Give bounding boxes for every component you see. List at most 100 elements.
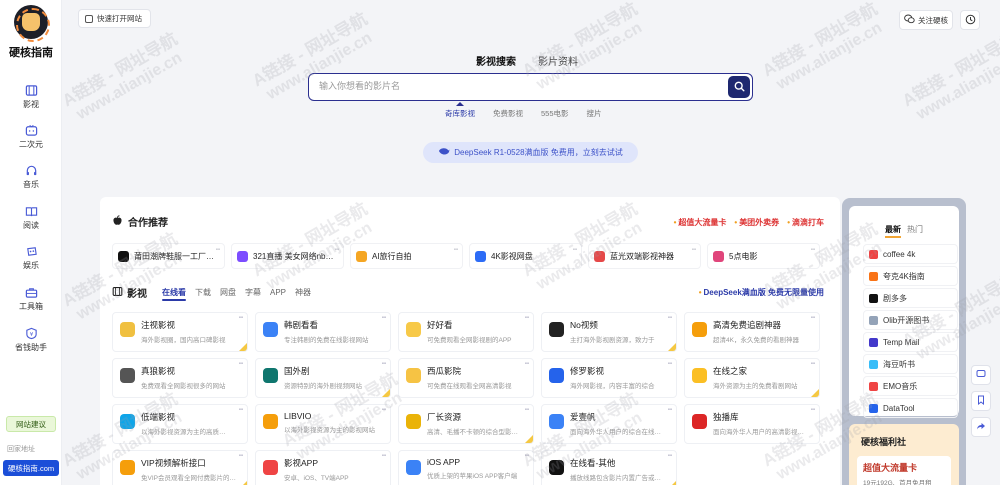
recent-item[interactable]: EMO音乐 xyxy=(863,376,958,396)
sidebar-item-reading[interactable]: 阅读 xyxy=(0,205,62,231)
recent-item[interactable]: 剧多多 xyxy=(863,288,958,308)
deepseek-promo-link[interactable]: DeepSeek满血版 免费无限量使用 xyxy=(699,287,824,298)
link-meituan[interactable]: 美团外卖券 xyxy=(734,217,779,228)
more-icon: ▪▪ xyxy=(381,361,386,367)
float-button-top[interactable] xyxy=(971,365,991,385)
quick-open-button[interactable]: 快速打开网站 xyxy=(78,9,151,28)
address-button[interactable]: 硬核指南.com xyxy=(3,460,59,476)
video-site-card[interactable]: 独播库 面向海外华人用户的高清影视… ▪▪ xyxy=(684,404,820,444)
coop-card[interactable]: AI旅行自拍 ▪▪ xyxy=(350,243,463,269)
headphones-icon xyxy=(25,164,38,177)
video-site-card[interactable]: 低端影视 以海外影视资源为主的高质… ▪▪ xyxy=(112,404,248,444)
recent-item[interactable]: coffee 4k xyxy=(863,244,958,264)
coop-card[interactable]: 莆田潮牌鞋服一工厂… ▪▪ xyxy=(112,243,225,269)
sidebar-item-video[interactable]: 影视 xyxy=(0,84,62,110)
welfare-title: 硬核福利社 xyxy=(861,437,907,447)
recent-label: 剧多多 xyxy=(883,293,907,303)
site-icon xyxy=(263,368,278,383)
search-button[interactable] xyxy=(728,76,750,98)
video-site-card[interactable]: 爱壹帆 面向海外华人用户的综合在线… ▪▪ xyxy=(541,404,677,444)
sidebar-item-toolbox[interactable]: 工具箱 xyxy=(0,286,62,312)
recent-card: 最新 热门 coffee 4k 夸克4K指南剧多多 Olib开源图书 Temp Mai… xyxy=(849,206,959,418)
recent-item[interactable]: 海豆听书 xyxy=(863,354,958,374)
float-button-middle[interactable] xyxy=(971,391,991,411)
video-site-card[interactable]: 好好看 可免费观看全网影视剧的APP ▪▪ xyxy=(398,312,534,352)
video-site-card[interactable]: VIP视频解析接口 免VIP会员观看全网付费影片的… ▪▪ xyxy=(112,450,248,485)
recent-item[interactable]: DataTool xyxy=(863,398,958,418)
site-icon xyxy=(692,368,707,383)
site-icon xyxy=(406,322,421,337)
more-icon: ▪▪ xyxy=(334,247,339,253)
tab-download[interactable]: 下载 xyxy=(195,287,211,298)
site-desc: 免VIP会员观看全网付费影片的… xyxy=(141,475,236,482)
coop-card[interactable]: 蓝光双端影视神器 ▪▪ xyxy=(588,243,701,269)
video-site-card[interactable]: 修罗影视 海外网影视，内容丰富的综合 ▪▪ xyxy=(541,358,677,398)
video-site-card[interactable]: 注视影视 海外影视圈，国内高口碑影视 ▪▪ xyxy=(112,312,248,352)
coop-card[interactable]: 321直播 美女网络nb… ▪▪ xyxy=(231,243,344,269)
video-site-card[interactable]: LIBVIO 以海外影视资源为主的影视网站 ▪▪ xyxy=(255,404,391,444)
recent-item[interactable]: Olib开源图书 xyxy=(863,310,958,330)
tab-video-search[interactable]: 影视搜索 xyxy=(476,53,516,68)
link-data-card[interactable]: 超值大流量卡 xyxy=(674,217,726,228)
site-name: iOS APP xyxy=(427,457,461,467)
coop-card[interactable]: 4K影视网盘 ▪▪ xyxy=(469,243,582,269)
video-site-card[interactable]: 真狼影视 免费观看全网影视很多的网站 ▪▪ xyxy=(112,358,248,398)
tab-subtitle[interactable]: 字幕 xyxy=(245,287,261,298)
tab-online[interactable]: 在线看 xyxy=(162,287,186,301)
video-site-card[interactable]: 国外剧 资源特别的海外剧视频网站 ▪▪ xyxy=(255,358,391,398)
recent-label: Temp Mail xyxy=(883,337,920,347)
search-box xyxy=(308,73,753,101)
game-icon xyxy=(25,245,38,258)
sidebar-item-label: 娱乐 xyxy=(23,261,39,270)
sidebar-item-anime[interactable]: 二次元 xyxy=(0,124,62,150)
site-desc: 海外网影视，内容丰富的综合 xyxy=(570,383,655,390)
video-site-card[interactable]: 在线之家 海外资源为主的免费看剧网站 ▪▪ xyxy=(684,358,820,398)
sidebar-item-entertainment[interactable]: 娱乐 xyxy=(0,245,62,271)
corner-flag xyxy=(668,481,676,485)
recent-tabs: 最新 热门 xyxy=(885,224,923,238)
history-button[interactable] xyxy=(960,10,980,30)
engine-soupian[interactable]: 搜片 xyxy=(587,108,602,119)
recent-icon xyxy=(869,337,878,347)
site-name: 修罗影视 xyxy=(570,366,605,376)
logo-icon[interactable] xyxy=(14,5,50,42)
engine-qiku[interactable]: 奇库影视 xyxy=(445,108,475,119)
tab-latest[interactable]: 最新 xyxy=(885,224,901,238)
tab-tools[interactable]: 神器 xyxy=(295,287,311,298)
link-didi[interactable]: 滴滴打车 xyxy=(787,217,824,228)
video-site-card[interactable]: iOS APP 优质上架的苹果iOS APP客户端 ▪▪ xyxy=(398,450,534,485)
welfare-card[interactable]: 超值大流量卡 19元192G、首月免月租 xyxy=(857,456,951,485)
engine-free[interactable]: 免费影视 xyxy=(493,108,523,119)
deepseek-banner[interactable]: DeepSeek R1-0528满血版 免费用，立刻去试试 xyxy=(423,142,638,163)
recent-item[interactable]: 夸克4K指南 xyxy=(863,266,958,286)
video-site-card[interactable]: 西瓜影院 可免费在线观看全网高清影视 ▪▪ xyxy=(398,358,534,398)
site-icon xyxy=(549,322,564,337)
sidebar-item-music[interactable]: 音乐 xyxy=(0,164,62,190)
tab-film-info[interactable]: 影片资料 xyxy=(538,53,578,68)
toolbox-icon xyxy=(25,286,38,299)
recent-icon xyxy=(869,403,878,413)
more-icon: ▪▪ xyxy=(524,453,529,459)
video-site-card[interactable]: No视频 主打海外影视剧资源，致力于 ▪▪ xyxy=(541,312,677,352)
coop-card[interactable]: 5点电影 ▪▪ xyxy=(707,243,820,269)
video-site-card[interactable]: 韩剧看看 专注韩剧的免费在线影视网站 ▪▪ xyxy=(255,312,391,352)
video-site-card[interactable]: 在线看-其他 播放线路包含影片内置广告或… ▪▪ xyxy=(541,450,677,485)
tab-hot[interactable]: 热门 xyxy=(907,224,923,235)
video-site-card[interactable]: 影视APP 安卓、iOS、TV端APP ▪▪ xyxy=(255,450,391,485)
watermark-line2: www.alianjie.cn xyxy=(913,48,1000,123)
engine-555[interactable]: 555电影 xyxy=(541,108,569,119)
recent-label: coffee 4k xyxy=(883,249,916,259)
corner-flag xyxy=(811,389,819,397)
recent-item[interactable]: Temp Mail xyxy=(863,332,958,352)
video-site-card[interactable]: 高清免费追剧神器 超清4K，永久免费的看剧神器 ▪▪ xyxy=(684,312,820,352)
tab-app[interactable]: APP xyxy=(270,288,286,297)
logo-text[interactable]: 硬核指南 xyxy=(0,44,62,60)
site-icon xyxy=(549,414,564,429)
follow-button[interactable]: 关注硬核 xyxy=(899,10,953,30)
search-input[interactable] xyxy=(319,81,719,91)
feedback-button[interactable]: 网站建议 xyxy=(6,416,56,432)
share-button[interactable] xyxy=(971,417,991,437)
video-site-card[interactable]: 厂长资源 高清、毛播不卡顿的综合型影… ▪▪ xyxy=(398,404,534,444)
sidebar-item-saving[interactable]: ¥ 省钱助手 xyxy=(0,327,62,353)
tab-netdisk[interactable]: 网盘 xyxy=(220,287,236,298)
